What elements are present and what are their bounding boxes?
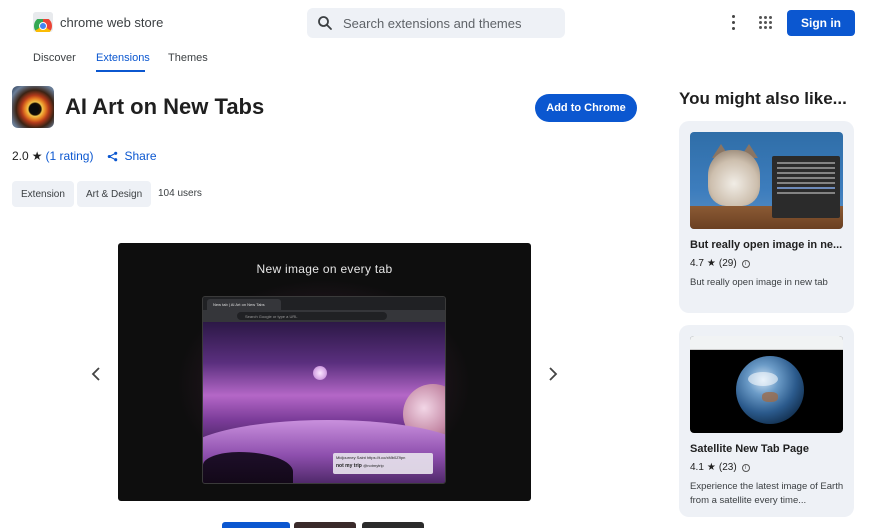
card-thumbnail bbox=[690, 336, 843, 433]
screenshot-slide: New image on every tab New tab | AI Art … bbox=[118, 243, 531, 501]
small-moon bbox=[313, 366, 327, 380]
top-header: chrome web store Search extensions and t… bbox=[0, 0, 869, 46]
carousel-prev-icon[interactable] bbox=[86, 364, 106, 384]
share-label: Share bbox=[124, 149, 157, 163]
carousel-next-icon[interactable] bbox=[543, 364, 563, 384]
browser-tab: New tab | AI Art on New Tabs bbox=[207, 299, 281, 310]
search-placeholder: Search extensions and themes bbox=[343, 16, 522, 31]
card-rating: 4.1 ★ (23) i bbox=[690, 462, 750, 473]
star-icon: ★ bbox=[706, 258, 716, 269]
browser-address-bar: Search Google or type a URL bbox=[237, 312, 387, 320]
card-description: Experience the latest image of Earth fro… bbox=[690, 481, 844, 506]
star-icon: ★ bbox=[31, 149, 43, 163]
share-button[interactable]: Share bbox=[107, 149, 157, 163]
more-options-icon[interactable] bbox=[726, 14, 740, 32]
related-card[interactable]: Satellite New Tab Page 4.1 ★ (23) i Expe… bbox=[679, 325, 854, 517]
chip-extension[interactable]: Extension bbox=[12, 181, 74, 207]
popup-link: Midjourney Saint https://t.co/xMb0Z9pn bbox=[336, 455, 406, 460]
popup-title: not my trip bbox=[336, 463, 362, 469]
add-to-chrome-button[interactable]: Add to Chrome bbox=[535, 94, 637, 122]
card-description: But really open image in new tab bbox=[690, 277, 828, 288]
google-apps-icon[interactable] bbox=[759, 16, 772, 29]
browser-tabstrip: New tab | AI Art on New Tabs bbox=[203, 297, 445, 310]
chrome-web-store-logo-icon[interactable] bbox=[33, 12, 53, 32]
browser-chrome-preview bbox=[690, 336, 843, 350]
star-icon: ★ bbox=[706, 462, 716, 473]
tab-extensions[interactable]: Extensions bbox=[96, 52, 150, 64]
rating-value: 2.0 bbox=[12, 149, 29, 163]
tab-themes[interactable]: Themes bbox=[168, 52, 208, 64]
slide-caption: New image on every tab bbox=[256, 262, 393, 276]
browser-mockup: New tab | AI Art on New Tabs Search Goog… bbox=[202, 296, 446, 484]
logo-center bbox=[39, 22, 47, 30]
grumpy-cat-image bbox=[708, 150, 760, 206]
extension-icon bbox=[12, 86, 54, 128]
card-rating: 4.7 ★ (29) i bbox=[690, 258, 750, 269]
card-name: But really open image in ne... bbox=[690, 239, 843, 251]
thumbnail-1[interactable] bbox=[222, 522, 290, 528]
browser-toolbar: Search Google or type a URL bbox=[203, 310, 445, 322]
rating-line: 2.0 ★ (1 rating) Share bbox=[12, 149, 157, 163]
thumbnail-3[interactable] bbox=[362, 522, 424, 528]
popup-user: @notmytrip bbox=[363, 463, 384, 468]
users-count: 104 users bbox=[158, 188, 202, 199]
logo-top bbox=[33, 12, 53, 19]
ai-art-scene: Midjourney Saint https://t.co/xMb0Z9pn n… bbox=[203, 322, 445, 483]
brand-name[interactable]: chrome web store bbox=[60, 15, 163, 30]
sidebar-title: You might also like... bbox=[679, 89, 847, 108]
card-rating-count: (29) bbox=[718, 258, 737, 269]
earth-image bbox=[736, 356, 804, 424]
sign-in-button[interactable]: Sign in bbox=[787, 10, 855, 36]
search-input[interactable]: Search extensions and themes bbox=[307, 8, 565, 38]
active-tab-indicator bbox=[96, 70, 145, 72]
extension-title: AI Art on New Tabs bbox=[65, 94, 265, 119]
card-rating-value: 4.1 bbox=[690, 462, 704, 473]
card-thumbnail bbox=[690, 132, 843, 229]
chip-art-design[interactable]: Art & Design bbox=[77, 181, 152, 207]
card-rating-count: (23) bbox=[718, 462, 737, 473]
info-icon[interactable]: i bbox=[741, 463, 750, 472]
card-name: Satellite New Tab Page bbox=[690, 443, 810, 455]
search-icon bbox=[318, 16, 332, 30]
card-rating-value: 4.7 bbox=[690, 258, 704, 269]
rating-count-link[interactable]: (1 rating) bbox=[45, 149, 93, 163]
tab-discover[interactable]: Discover bbox=[33, 52, 76, 64]
related-card[interactable]: But really open image in ne... 4.7 ★ (29… bbox=[679, 121, 854, 313]
thumbnail-2[interactable] bbox=[294, 522, 356, 528]
info-icon[interactable]: i bbox=[741, 259, 750, 268]
share-icon bbox=[108, 151, 118, 161]
context-menu-preview bbox=[772, 156, 840, 218]
image-credit-popup: Midjourney Saint https://t.co/xMb0Z9pn n… bbox=[333, 453, 433, 474]
